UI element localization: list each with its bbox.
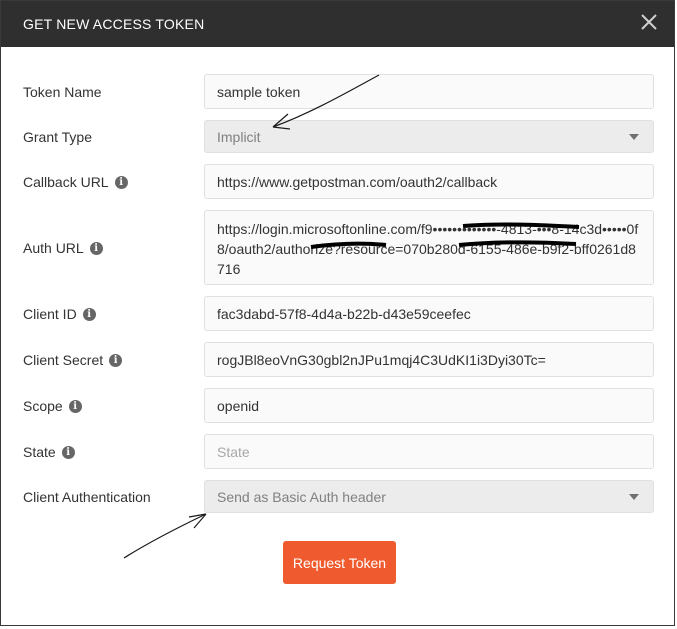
auth-url-label-text: Auth URL (23, 240, 84, 256)
client-id-value: fac3dabd-57f8-4d4a-b22b-d43e59ceefec (217, 305, 471, 322)
state-placeholder: State (217, 443, 250, 460)
token-name-label-text: Token Name (23, 84, 102, 100)
scope-label-text: Scope (23, 398, 63, 414)
token-name-input[interactable]: sample token (204, 74, 654, 109)
client-secret-label: Client Secret i (23, 352, 123, 368)
client-auth-label-text: Client Authentication (23, 489, 151, 505)
grant-type-value: Implicit (217, 128, 261, 145)
client-id-label-text: Client ID (23, 306, 77, 322)
annotation-arrow-head (188, 513, 207, 529)
callback-url-label: Callback URL i (23, 174, 128, 190)
dialog-title: GET NEW ACCESS TOKEN (23, 16, 205, 32)
info-icon[interactable]: i (61, 445, 75, 459)
grant-type-label-text: Grant Type (23, 129, 93, 145)
client-secret-label-text: Client Secret (23, 352, 104, 368)
info-icon[interactable]: i (68, 399, 82, 413)
auth-url-value: https://login.microsoftonline.com/f9••••… (217, 221, 639, 277)
auth-url-input[interactable]: https://login.microsoftonline.com/f9••••… (204, 210, 654, 285)
callback-url-label-text: Callback URL (23, 174, 109, 190)
client-auth-label: Client Authentication (23, 489, 151, 505)
client-id-input[interactable]: fac3dabd-57f8-4d4a-b22b-d43e59ceefec (204, 296, 654, 331)
callback-url-value: https://www.getpostman.com/oauth2/callba… (217, 173, 498, 190)
state-input[interactable]: State (204, 434, 654, 469)
grant-type-label: Grant Type (23, 129, 92, 145)
state-label-text: State (23, 444, 56, 460)
callback-url-input[interactable]: https://www.getpostman.com/oauth2/callba… (204, 164, 654, 199)
chevron-down-icon (629, 133, 639, 140)
scope-value: openid (217, 397, 260, 414)
scope-label: Scope i (23, 398, 82, 414)
client-secret-value: rogJBl8eoVnG30gbl2nJPu1mqj4C3UdKI1i3Dyi3… (217, 351, 546, 368)
info-icon[interactable]: i (114, 175, 128, 189)
get-new-access-token-dialog: GET NEW ACCESS TOKEN Token Name sample t… (0, 0, 675, 626)
info-icon[interactable]: i (109, 353, 123, 367)
token-name-label: Token Name (23, 84, 102, 100)
info-icon[interactable]: i (89, 241, 103, 255)
scope-input[interactable]: openid (204, 388, 654, 423)
client-id-label: Client ID i (23, 306, 96, 322)
annotation-arrow-client-auth (123, 513, 207, 559)
request-token-button[interactable]: Request Token (283, 541, 396, 584)
state-label: State i (23, 444, 75, 460)
client-secret-input[interactable]: rogJBl8eoVnG30gbl2nJPu1mqj4C3UdKI1i3Dyi3… (204, 342, 654, 377)
info-icon[interactable]: i (82, 307, 96, 321)
client-auth-value: Send as Basic Auth header (217, 488, 386, 505)
dialog-titlebar: GET NEW ACCESS TOKEN (1, 1, 674, 47)
close-icon[interactable] (638, 11, 660, 33)
grant-type-select[interactable]: Implicit (204, 120, 654, 153)
chevron-down-icon (629, 493, 639, 500)
auth-url-label: Auth URL i (23, 240, 103, 256)
client-auth-select[interactable]: Send as Basic Auth header (204, 480, 654, 513)
token-name-value: sample token (217, 83, 301, 100)
